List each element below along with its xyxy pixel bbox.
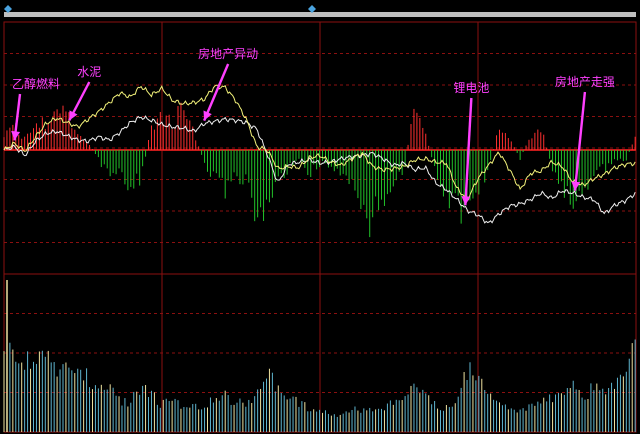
time-scrollbar-track[interactable] <box>4 12 636 17</box>
intraday-chart: 乙醇燃料 水泥 房地产异动锂电池 房地产走强 <box>0 0 640 434</box>
annotation-label: 房地产走强 <box>555 74 615 89</box>
annotation-label: 锂电池 <box>453 80 489 95</box>
annotation-label: 乙醇燃料 <box>12 76 60 91</box>
chart-canvas: 乙醇燃料 水泥 房地产异动锂电池 房地产走强 <box>0 0 640 434</box>
annotation-label: 房地产异动 <box>198 46 258 61</box>
annotation-label: 水泥 <box>77 65 101 79</box>
